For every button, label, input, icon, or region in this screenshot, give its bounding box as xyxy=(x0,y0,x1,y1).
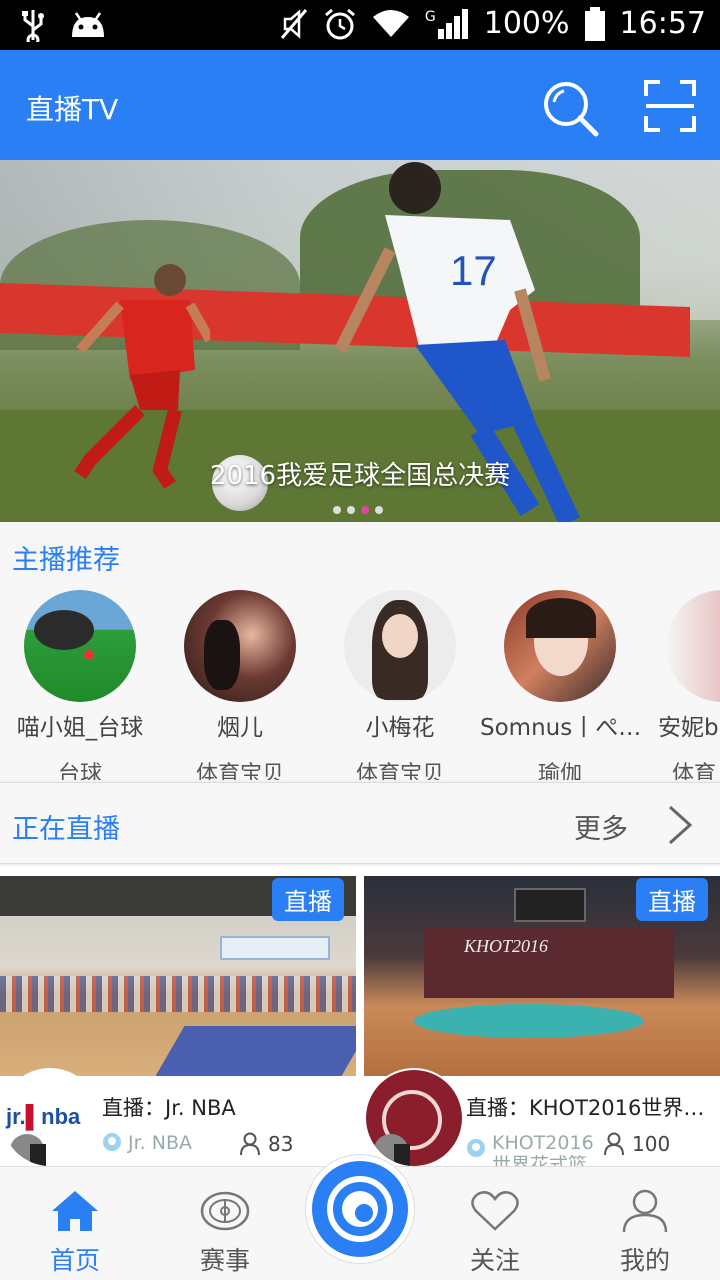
stadium-icon xyxy=(200,1191,250,1231)
avatar xyxy=(184,590,296,702)
anchor-list[interactable]: 喵小姐_台球 台球 烟儿 体育宝贝 小梅花 体育宝贝 Somnus丨ぺ… 瑜伽 xyxy=(0,590,720,780)
avatar xyxy=(344,590,456,702)
anchor-category: 台球 xyxy=(57,762,102,780)
mute-icon xyxy=(280,8,308,39)
anchor-category: 体育 xyxy=(672,762,717,780)
anchor-name: Somnus丨ぺ… xyxy=(480,715,640,741)
live-channel: Jr. NBA xyxy=(102,1132,192,1154)
anchor-name: 烟儿 xyxy=(217,715,263,741)
wifi-icon xyxy=(372,9,409,37)
nav-label: 关注 xyxy=(469,1246,520,1275)
anchor-category: 瑜伽 xyxy=(537,762,582,780)
live-card[interactable]: KHOT2016 直播 直播：KHOT2016世界花式… KHOT2016 世界… xyxy=(364,876,720,1168)
network-type: G xyxy=(424,8,436,25)
nav-label: 赛事 xyxy=(199,1246,250,1275)
anchor-name: 小梅花 xyxy=(365,715,435,741)
live-badge: 直播 xyxy=(272,878,344,921)
avatar xyxy=(666,590,720,702)
live-title: 直播：KHOT2016世界花式… xyxy=(466,1096,716,1120)
live-thumbnail: KHOT2016 直播 xyxy=(364,876,720,1076)
anchor-category: 体育宝贝 xyxy=(195,762,284,780)
android-icon xyxy=(72,12,104,37)
carousel-dot-active[interactable] xyxy=(361,506,369,514)
status-bar: G 100% 16:57 xyxy=(0,0,720,50)
live-card[interactable]: 直播 jr.▌nba 直播：Jr. NBA Jr. NBA 83 xyxy=(0,876,356,1168)
heart-icon xyxy=(471,1191,519,1231)
live-badge: 直播 xyxy=(636,878,708,921)
section-title: 正在直播 xyxy=(12,814,120,845)
khot-graphic-text: KHOT2016 xyxy=(464,936,549,956)
svg-text:17: 17 xyxy=(450,247,497,294)
more-link[interactable]: 更多 xyxy=(574,807,628,846)
app-header: 直播TV xyxy=(0,50,720,160)
nav-label: 首页 xyxy=(49,1246,100,1275)
scan-icon[interactable] xyxy=(644,80,696,132)
avatar xyxy=(504,590,616,702)
camera-eye-icon xyxy=(327,1176,393,1242)
channel-name: KHOT2016 世界花式篮 xyxy=(492,1132,594,1166)
live-title: 直播：Jr. NBA xyxy=(102,1096,236,1120)
battery-icon xyxy=(584,6,605,41)
location-icon xyxy=(467,1139,485,1157)
anchor-item[interactable]: 小梅花 体育宝贝 xyxy=(320,590,480,780)
anchor-category: 体育宝贝 xyxy=(355,762,444,780)
user-icon xyxy=(622,1189,668,1233)
carousel-dot[interactable] xyxy=(333,506,341,514)
person-icon xyxy=(240,1132,260,1156)
carousel-dots xyxy=(333,506,383,514)
anchor-item[interactable]: 安妮b 体育 xyxy=(640,590,720,780)
live-thumbnail: 直播 xyxy=(0,876,356,1076)
live-now-header: 正在直播 更多 xyxy=(0,782,720,864)
live-camera-button[interactable] xyxy=(306,1155,414,1263)
banner-caption: 2016我爱足球全国总决赛 xyxy=(209,461,511,491)
viewer-count: 83 xyxy=(240,1132,293,1156)
nav-label: 我的 xyxy=(619,1246,670,1275)
anchor-recommend-section: 主播推荐 喵小姐_台球 台球 烟儿 体育宝贝 小梅花 体育宝贝 Somnus丨ぺ… xyxy=(0,522,720,780)
signal-icon xyxy=(437,8,468,39)
carousel-dot[interactable] xyxy=(347,506,355,514)
live-channel: KHOT2016 世界花式篮 xyxy=(466,1132,594,1166)
channel-avatar xyxy=(364,1068,464,1168)
anchor-name: 安妮b xyxy=(658,715,719,741)
anchor-item[interactable]: 喵小姐_台球 台球 xyxy=(0,590,160,780)
person-icon xyxy=(604,1132,624,1156)
anchor-name: 喵小姐_台球 xyxy=(16,715,144,741)
usb-icon xyxy=(22,10,44,42)
jrnba-logo: jr.▌nba xyxy=(6,1104,81,1129)
section-title: 主播推荐 xyxy=(12,545,120,576)
app-title: 直播TV xyxy=(26,93,119,126)
battery-percent: 100% xyxy=(483,6,570,41)
home-icon xyxy=(52,1191,98,1231)
carousel-dot[interactable] xyxy=(375,506,383,514)
alarm-icon xyxy=(324,8,355,39)
search-icon[interactable] xyxy=(540,78,600,138)
anchor-item[interactable]: Somnus丨ぺ… 瑜伽 xyxy=(480,590,640,780)
clock: 16:57 xyxy=(619,6,706,41)
avatar xyxy=(24,590,136,702)
chevron-right-icon[interactable] xyxy=(664,805,694,845)
live-list: 直播 jr.▌nba 直播：Jr. NBA Jr. NBA 83 KHOT201… xyxy=(0,866,720,1168)
banner-carousel[interactable]: 17 2016我爱足球全国总决赛 xyxy=(0,160,720,522)
viewer-number: 100 xyxy=(632,1132,671,1156)
channel-name: Jr. NBA xyxy=(128,1132,192,1154)
channel-avatar: jr.▌nba xyxy=(0,1068,100,1168)
location-icon xyxy=(103,1133,121,1151)
anchor-item[interactable]: 烟儿 体育宝贝 xyxy=(160,590,320,780)
viewer-count: 100 xyxy=(604,1132,670,1156)
bottom-navigation: 首页 赛事 关注 我的 xyxy=(0,1155,720,1280)
viewer-number: 83 xyxy=(268,1132,294,1156)
